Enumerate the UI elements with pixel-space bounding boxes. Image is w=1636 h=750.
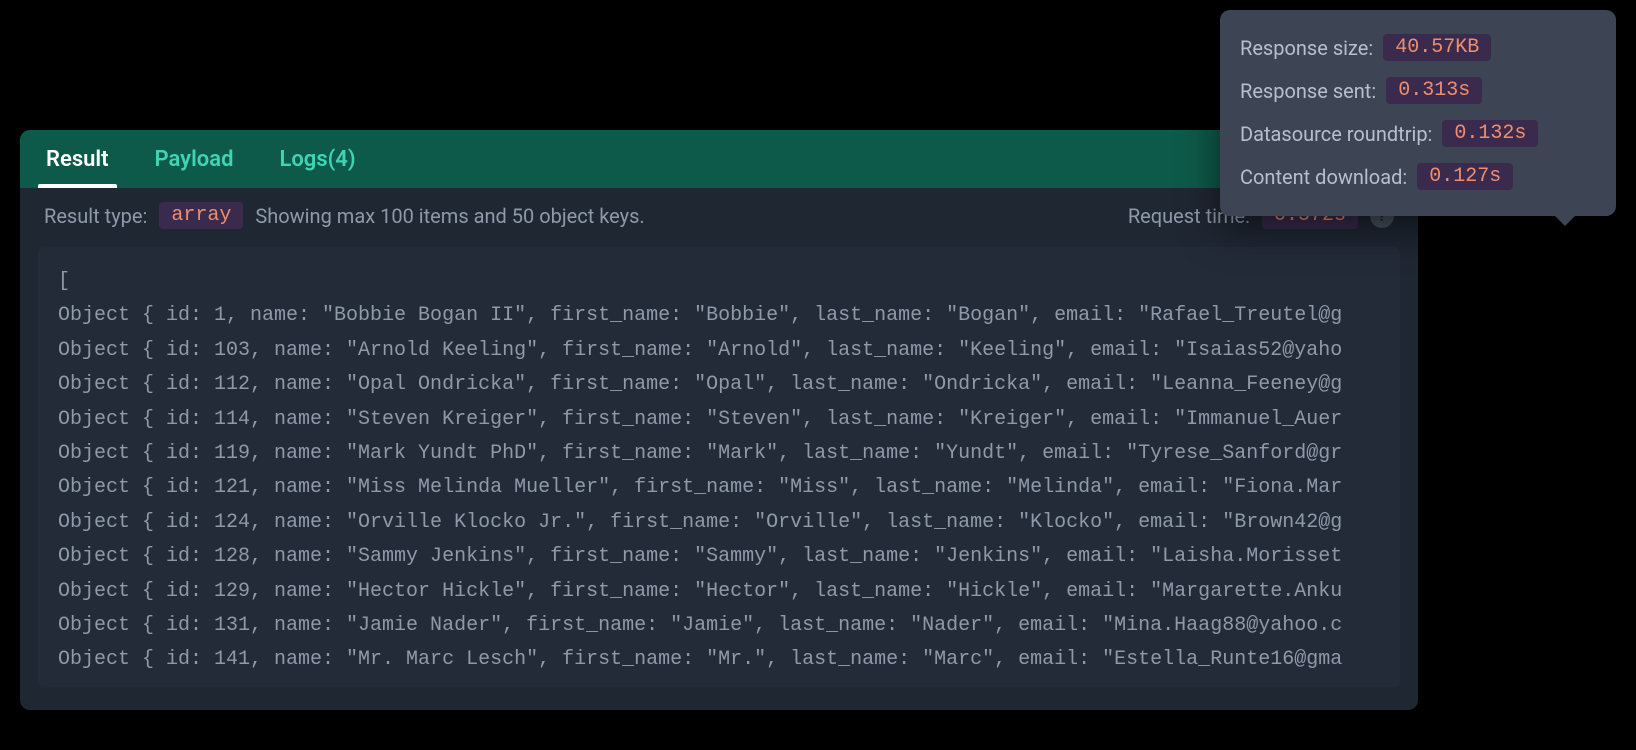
tooltip-value: 0.127s xyxy=(1417,163,1513,190)
result-panel: Result Payload Logs(4) Result type: arra… xyxy=(20,130,1418,710)
tooltip-value: 0.313s xyxy=(1386,77,1482,104)
result-pre: [ Object { id: 1, name: "Bobbie Bogan II… xyxy=(58,265,1380,678)
tab-payload[interactable]: Payload xyxy=(147,133,242,188)
tab-bar: Result Payload Logs(4) xyxy=(20,130,1418,188)
result-info-line: Result type: array Showing max 100 items… xyxy=(20,188,1418,243)
tooltip-row: Response sent: 0.313s xyxy=(1240,69,1596,112)
result-output[interactable]: [ Object { id: 1, name: "Bobbie Bogan II… xyxy=(38,247,1400,687)
result-type-label: Result type: xyxy=(44,204,147,228)
tooltip-row: Content download: 0.127s xyxy=(1240,155,1596,198)
tab-result[interactable]: Result xyxy=(38,133,117,188)
tab-logs[interactable]: Logs(4) xyxy=(271,133,363,188)
tooltip-label: Datasource roundtrip: xyxy=(1240,122,1432,146)
tooltip-label: Response size: xyxy=(1240,36,1373,60)
result-showing-text: Showing max 100 items and 50 object keys… xyxy=(255,204,644,228)
tooltip-row: Response size: 40.57KB xyxy=(1240,26,1596,69)
tooltip-label: Response sent: xyxy=(1240,79,1376,103)
tooltip-label: Content download: xyxy=(1240,165,1407,189)
timing-tooltip: Response size: 40.57KB Response sent: 0.… xyxy=(1220,10,1616,216)
result-type-value: array xyxy=(159,202,243,229)
tooltip-value: 0.132s xyxy=(1442,120,1538,147)
tooltip-row: Datasource roundtrip: 0.132s xyxy=(1240,112,1596,155)
tooltip-value: 40.57KB xyxy=(1383,34,1491,61)
